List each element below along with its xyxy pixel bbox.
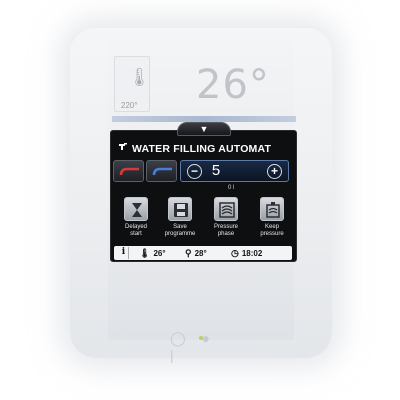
save-programme-label: Save programme: [164, 224, 196, 237]
chevron-down-icon: ▼: [199, 124, 209, 134]
cold-water-button[interactable]: [146, 160, 177, 182]
panel-title-row: WATER FILLING AUTOMAT: [118, 142, 294, 156]
tap-temperature-icon: ⚲: [185, 247, 192, 258]
keep-pressure-button[interactable]: Keep pressure: [250, 197, 294, 238]
temperature-tile[interactable]: 🌡 220°: [114, 56, 151, 112]
clock-icon: ◷: [231, 247, 239, 258]
temperature-2-value: 28°: [194, 248, 207, 258]
time-value: 18:02: [241, 248, 263, 258]
keep-pressure-icon: [260, 197, 284, 221]
hourglass-icon: [124, 197, 148, 221]
temperature-status: 🌡 26°: [139, 248, 185, 259]
small-temperature: 220°: [121, 101, 138, 110]
time-status: ◷ 18:02: [231, 248, 281, 259]
decrease-button[interactable]: −: [187, 164, 202, 179]
unit-label: 0 l: [228, 185, 235, 191]
save-programme-button[interactable]: Save programme: [158, 197, 202, 238]
pressure-phase-button[interactable]: Pressure phase: [204, 197, 248, 238]
large-temperature: 26°: [196, 62, 270, 108]
pressure-phase-label: Pressure phase: [213, 224, 238, 237]
cold-water-tap-icon: [152, 167, 172, 176]
status-bar: i 🌡 26° ⚲ 28° ◷ 18:02: [114, 246, 292, 260]
thermometer-icon: 🌡: [139, 247, 151, 258]
upper-screen: 🌡 220° 26°: [112, 56, 296, 124]
delayed-start-label: Delayed start: [124, 224, 147, 237]
hot-water-button[interactable]: [113, 160, 144, 182]
quantity-stepper: − 5 +: [180, 160, 289, 182]
temperature-1-value: 26°: [153, 248, 166, 258]
hot-water-tap-icon: [119, 167, 139, 176]
delayed-start-button[interactable]: Delayed start: [114, 197, 158, 238]
tap-icon: [118, 142, 128, 156]
function-row: Delayed start Save programme Pressure phase…: [114, 197, 292, 243]
info-icon[interactable]: i: [119, 247, 129, 259]
water-temperature-status: ⚲ 28°: [185, 248, 231, 259]
control-row: − 5 +: [113, 160, 289, 182]
increase-button[interactable]: +: [267, 164, 282, 179]
panel-title: WATER FILLING AUTOMAT: [132, 143, 272, 155]
save-icon: [168, 197, 192, 221]
collapse-tab[interactable]: ▼: [177, 122, 231, 136]
keep-pressure-label: Keep pressure: [260, 224, 284, 237]
thermometer-icon: 🌡: [128, 67, 151, 87]
stepper-value: 5: [211, 162, 221, 179]
status-led: [199, 336, 203, 340]
pressure-icon: [214, 197, 238, 221]
